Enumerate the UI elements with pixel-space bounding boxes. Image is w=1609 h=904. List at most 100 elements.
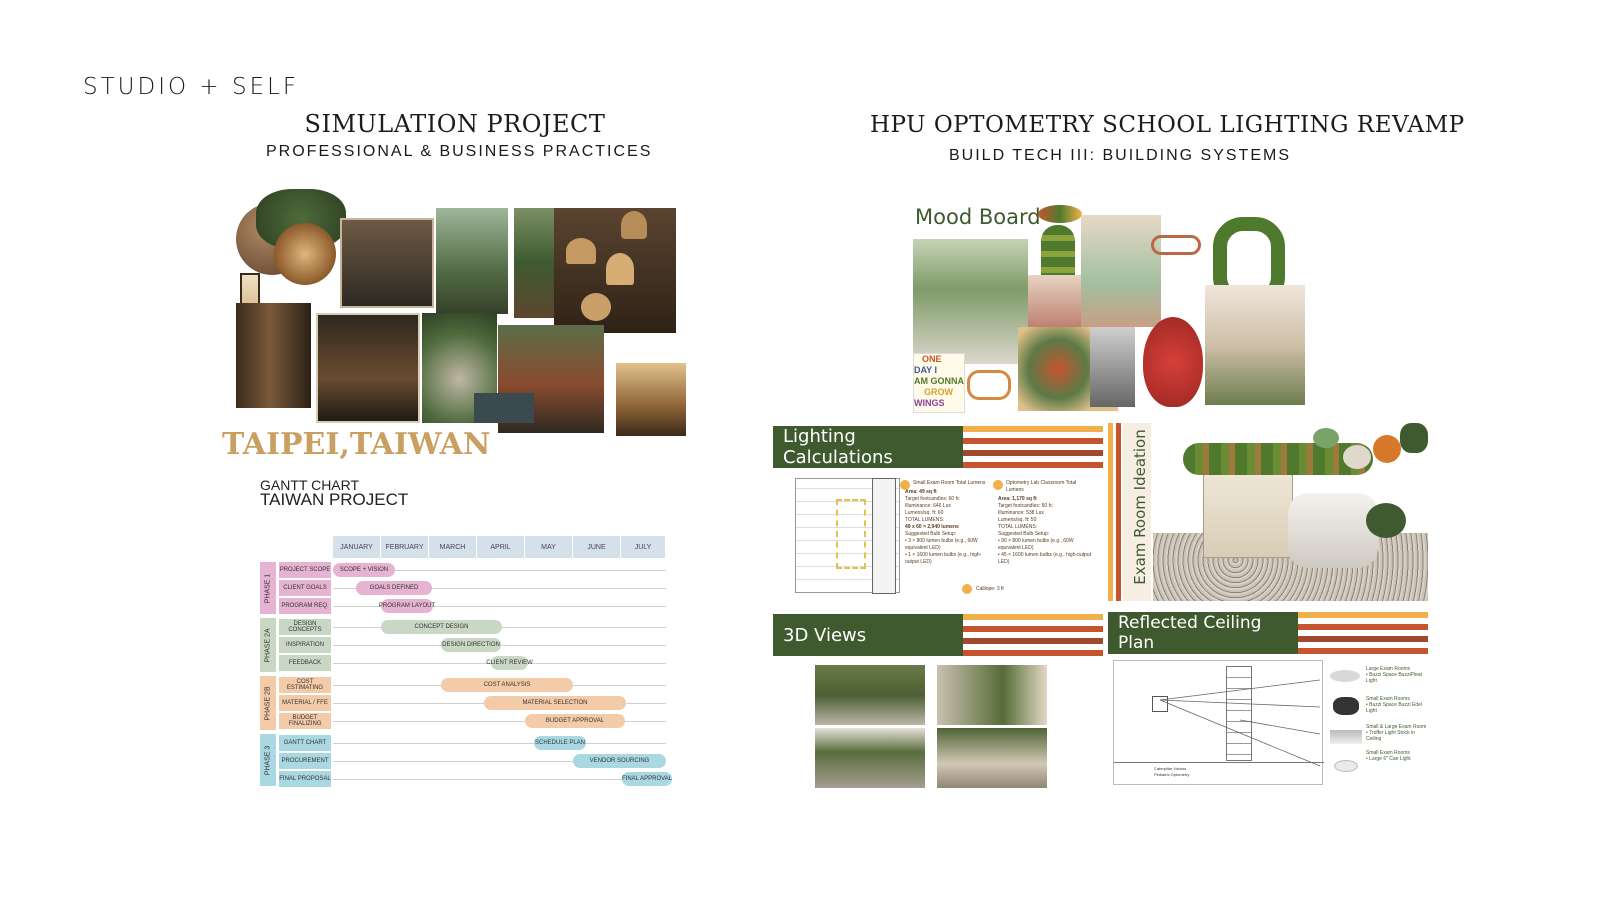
gantt-bar-client-review: CLIENT REVIEW (486, 656, 533, 670)
gantt-task-cost-estimating: COST ESTIMATING (279, 677, 331, 693)
calc-left-line: Area: 49 sq ft (905, 489, 937, 495)
mood-board-collage: ONE DAY I AM GONNA GROW WINGS (913, 205, 1305, 413)
lighting-calc-title: Lighting Calculations (773, 426, 963, 468)
orange-glasses-image (967, 370, 1011, 400)
gantt-task-procurement: PROCUREMENT (279, 753, 331, 769)
taipei-mood-collage (236, 163, 686, 436)
tree-pediatric-room-image (913, 239, 1028, 364)
calc-right-line: • 45 × 1600 lumen bulbs (e.g., high-outp… (998, 552, 1092, 565)
calc-left-line: Lumens/sq. ft: 60 (905, 510, 944, 516)
gantt-gridline (333, 743, 666, 744)
gantt-bar-scope-vision: SCOPE + VISION (333, 563, 395, 577)
gantt-phase-2a: PHASE 2A (260, 618, 276, 672)
calc-left-line: • 1 × 1600 lumen bulbs (e.g., high-outpu… (905, 552, 982, 565)
gantt-month-june: JUNE (573, 536, 621, 558)
views-3d-banner: 3D Views (773, 614, 1103, 656)
wood-slat-room-image (616, 363, 686, 436)
strawberry-image (1143, 317, 1203, 407)
calc-right-line: Lumens/sq. ft: 50 (998, 517, 1037, 523)
calc-left-dot-icon (900, 480, 910, 490)
gantt-bar-goals-defined: GOALS DEFINED (356, 581, 432, 595)
calc-left-line: • 3 × 800 lumen bulbs (e.g., 60W equival… (905, 538, 978, 551)
calc-note-text: Calliope: 3 ft (976, 585, 1004, 592)
calc-right-heading: Optometry Lab Classroom Total Lumens (1006, 480, 1077, 493)
exam-room-title: Exam Room Ideation (1131, 429, 1149, 585)
views-3d-title: 3D Views (773, 614, 963, 656)
highlighted-rooms (836, 499, 866, 569)
book-quote-line1: ONE (922, 354, 942, 364)
simulation-project-title: SIMULATION PROJECT (304, 110, 606, 138)
gantt-task-gantt-chart: GANTT CHART (279, 735, 331, 751)
gantt-phase-2b-label: PHASE 2B (264, 685, 272, 721)
gantt-bar-design-direction: DESIGN DIRECTION (441, 638, 501, 652)
calc-left-line: 49 x 60 = 2,940 lumens (905, 524, 959, 530)
pendant-shade-1 (1313, 428, 1339, 448)
gantt-title-line2: TAIWAN PROJECT (260, 490, 409, 509)
calc-left-column: Small Exam Room Total Lumens Area: 49 sq… (900, 480, 990, 566)
calc-note: Calliope: 3 ft (962, 584, 1004, 594)
section-drawing (872, 478, 896, 594)
gantt-phase-3-label: PHASE 3 (264, 745, 272, 775)
rcp-legend-line: • Troffer Light Stock in Ceiling (1366, 730, 1415, 742)
render-view-4 (937, 728, 1047, 788)
exam-room-stripe-rust (1116, 423, 1121, 601)
dark-lobby-image (316, 313, 420, 423)
exam-room-stripe-orange (1108, 423, 1113, 601)
child-photo-image (1090, 327, 1135, 407)
gantt-phase-1: PHASE 1 (260, 562, 276, 614)
pendant-lamp-1 (566, 238, 596, 264)
views-3d-stripes (963, 614, 1103, 656)
rcp-fixture-2-icon (1333, 697, 1359, 715)
calc-right-dot-icon (993, 480, 1003, 490)
rcp-fixture-3-icon (1330, 730, 1362, 744)
gantt-bar-vendor-sourcing: VENDOR SOURCING (573, 754, 666, 768)
gantt-month-january: JANUARY (333, 536, 381, 558)
gantt-task-feedback: FEEDBACK (279, 655, 331, 671)
pendant-exam-room-image (1205, 285, 1305, 405)
rcp-leader-lines (1159, 679, 1321, 767)
render-view-1 (815, 665, 925, 725)
gantt-month-march: MARCH (429, 536, 477, 558)
rcp-title: Reflected Ceiling Plan (1108, 612, 1298, 654)
gantt-task-final-proposal: FINAL PROPOSAL (279, 771, 331, 787)
taipei-location-title: TAIPEI,TAIWAN (222, 427, 491, 462)
lobby-colorful-image (1028, 275, 1088, 335)
green-leaf-image (1366, 503, 1406, 538)
calc-right-line: Target footcandles: 50 fc (998, 503, 1053, 509)
gantt-month-april: APRIL (477, 536, 525, 558)
pendant-lamp-4 (621, 211, 647, 239)
simulation-project-subtitle: PROFESSIONAL & BUSINESS PRACTICES (266, 143, 653, 160)
cabinet-image (1203, 468, 1293, 558)
calc-right-line: • 90 × 800 lumen bulbs (e.g., 60W equiva… (998, 538, 1074, 551)
forest-facade-image (436, 208, 508, 314)
pendant-shade-3 (1373, 435, 1401, 463)
exam-chair-image (1288, 493, 1378, 568)
gantt-bar-program-layout: PROGRAM LAYOUT (379, 599, 435, 613)
rcp-legend-line: • Buzzi Space Buzzi Edel Light (1366, 702, 1422, 714)
pendant-lamp-3 (581, 293, 611, 321)
leaf-cutout-top (1400, 423, 1428, 453)
gantt-task-client-goals: CLIENT GOALS (279, 580, 331, 596)
gantt-bar-material-selection: MATERIAL SELECTION (484, 696, 626, 710)
calc-left-heading: Small Exam Room Total Lumens (913, 480, 986, 486)
gantt-phase-3: PHASE 3 (260, 734, 276, 786)
book-quote-line2: DAY I (914, 365, 938, 375)
book-quote-line3: AM GONNA (914, 376, 964, 386)
calc-left-line: Illuminance: 646 Lux (905, 503, 951, 509)
gantt-month-july: JULY (621, 536, 666, 558)
gantt-task-design-concepts: DESIGN CONCEPTS (279, 619, 331, 635)
rcp-fixture-4-icon (1334, 760, 1358, 772)
lighting-calc-banner: Lighting Calculations (773, 426, 1103, 468)
lighting-calc-stripes (963, 426, 1103, 468)
round-reception-image (1081, 215, 1161, 327)
gantt-phase-2a-label: PHASE 2A (264, 627, 272, 663)
gantt-bar-schedule-plan: SCHEDULE PLAN (534, 736, 586, 750)
exam-room-panel: Exam Room Ideation (1108, 423, 1428, 601)
rcp-legend-line: • Buzzi Space BuzziPleat Light (1366, 672, 1422, 684)
gantt-task-program-req: PROGRAM REQ. (279, 598, 331, 614)
gantt-bar-final-approval: FINAL APPROVAL (622, 772, 672, 786)
render-view-2 (937, 665, 1047, 725)
gantt-phase-2b: PHASE 2B (260, 676, 276, 730)
studio-header: STUDIO + SELF (83, 74, 300, 100)
gantt-bar-concept-design: CONCEPT DESIGN (381, 620, 502, 634)
